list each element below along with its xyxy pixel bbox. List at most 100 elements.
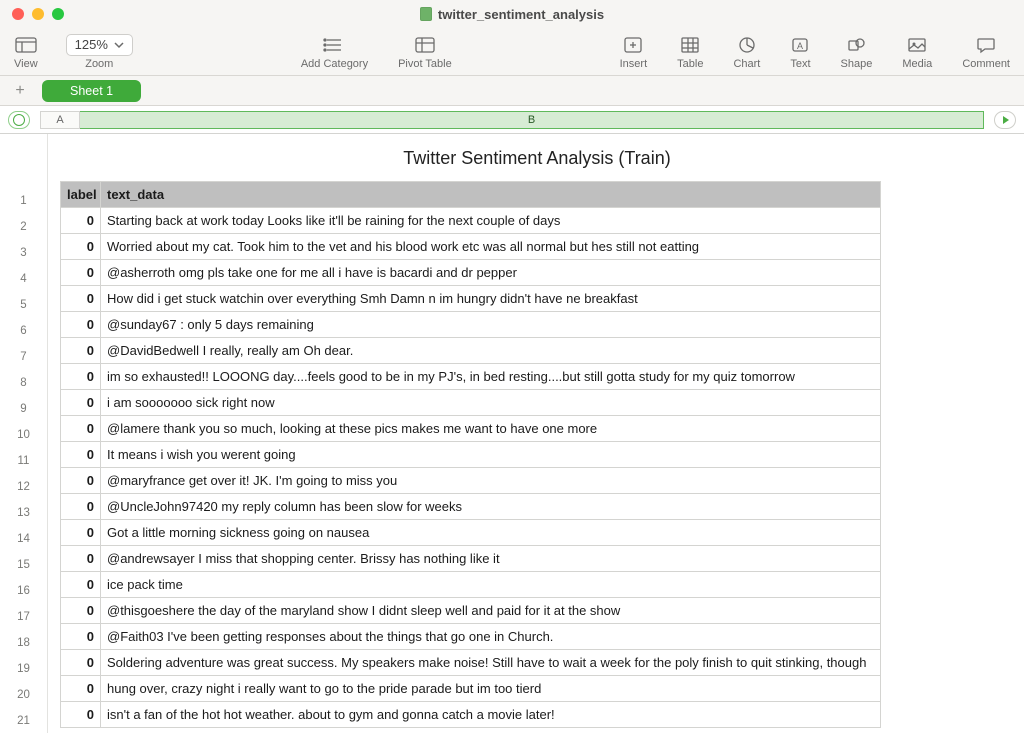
text-icon: A [790, 34, 810, 56]
sheet-title: Twitter Sentiment Analysis (Train) [60, 134, 1014, 181]
cell-text[interactable]: @sunday67 : only 5 days remaining [101, 312, 881, 338]
header-label[interactable]: label [61, 182, 101, 208]
comment-button[interactable]: Comment [962, 34, 1010, 70]
zoom-control[interactable]: 125% Zoom [66, 34, 133, 70]
add-sheet-button[interactable]: + [8, 80, 32, 102]
row-number[interactable]: 17 [0, 604, 47, 630]
insert-button[interactable]: Insert [620, 34, 648, 70]
cell-text[interactable]: @maryfrance get over it! JK. I'm going t… [101, 468, 881, 494]
cell-text[interactable]: i am sooooooo sick right now [101, 390, 881, 416]
add-column-button[interactable] [994, 111, 1016, 129]
spreadsheet-grid[interactable]: 123456789101112131415161718192021 Twitte… [0, 134, 1024, 733]
text-button[interactable]: A Text [790, 34, 810, 70]
table-row: 0ice pack time [61, 572, 881, 598]
chart-button[interactable]: Chart [733, 34, 760, 70]
cell-label[interactable]: 0 [61, 442, 101, 468]
cell-label[interactable]: 0 [61, 624, 101, 650]
cell-label[interactable]: 0 [61, 312, 101, 338]
cell-text[interactable]: @thisgoeshere the day of the maryland sh… [101, 598, 881, 624]
column-header-b[interactable]: B [80, 111, 984, 129]
column-header-a[interactable]: A [40, 111, 80, 129]
cell-text[interactable]: im so exhausted!! LOOONG day....feels go… [101, 364, 881, 390]
cell-text[interactable]: @asherroth omg pls take one for me all i… [101, 260, 881, 286]
cell-label[interactable]: 0 [61, 468, 101, 494]
cell-text[interactable]: @andrewsayer I miss that shopping center… [101, 546, 881, 572]
cell-label[interactable]: 0 [61, 208, 101, 234]
svg-text:A: A [797, 41, 803, 51]
row-number[interactable]: 11 [0, 448, 47, 474]
table-header-row: label text_data [61, 182, 881, 208]
cell-label[interactable]: 0 [61, 338, 101, 364]
sheet-tab-active[interactable]: Sheet 1 [42, 80, 141, 102]
document-icon [420, 7, 432, 21]
row-number[interactable]: 5 [0, 292, 47, 318]
cell-text[interactable]: @DavidBedwell I really, really am Oh dea… [101, 338, 881, 364]
cell-text[interactable]: isn't a fan of the hot hot weather. abou… [101, 702, 881, 728]
row-number[interactable]: 18 [0, 630, 47, 656]
cell-label[interactable]: 0 [61, 416, 101, 442]
cell-label[interactable]: 0 [61, 260, 101, 286]
cell-text[interactable]: How did i get stuck watchin over everyth… [101, 286, 881, 312]
shape-button[interactable]: Shape [841, 34, 873, 70]
row-number[interactable]: 19 [0, 656, 47, 682]
cell-label[interactable]: 0 [61, 494, 101, 520]
view-label: View [14, 58, 38, 70]
cell-text[interactable]: Soldering adventure was great success. M… [101, 650, 881, 676]
media-button[interactable]: Media [902, 34, 932, 70]
cell-label[interactable]: 0 [61, 234, 101, 260]
sheet-tab-label: Sheet 1 [70, 84, 113, 98]
cell-text[interactable]: @UncleJohn97420 my reply column has been… [101, 494, 881, 520]
cell-label[interactable]: 0 [61, 546, 101, 572]
cell-text[interactable]: Starting back at work today Looks like i… [101, 208, 881, 234]
pivot-table-button[interactable]: Pivot Table [398, 34, 452, 70]
table-menu-button[interactable] [8, 111, 30, 129]
cell-text[interactable]: It means i wish you werent going [101, 442, 881, 468]
table-row: 0@UncleJohn97420 my reply column has bee… [61, 494, 881, 520]
cell-text[interactable]: @lamere thank you so much, looking at th… [101, 416, 881, 442]
cell-label[interactable]: 0 [61, 364, 101, 390]
cell-label[interactable]: 0 [61, 702, 101, 728]
close-window-button[interactable] [12, 8, 24, 20]
header-text[interactable]: text_data [101, 182, 881, 208]
row-number[interactable]: 16 [0, 578, 47, 604]
add-category-button[interactable]: Add Category [301, 34, 368, 70]
table-row: 0@lamere thank you so much, looking at t… [61, 416, 881, 442]
row-number[interactable]: 12 [0, 474, 47, 500]
cell-text[interactable]: hung over, crazy night i really want to … [101, 676, 881, 702]
row-number[interactable]: 13 [0, 500, 47, 526]
row-number[interactable]: 1 [0, 188, 47, 214]
cell-label[interactable]: 0 [61, 676, 101, 702]
table-row: 0It means i wish you werent going [61, 442, 881, 468]
view-button[interactable]: View [14, 34, 38, 70]
cell-text[interactable]: Worried about my cat. Took him to the ve… [101, 234, 881, 260]
row-number[interactable]: 7 [0, 344, 47, 370]
row-number[interactable]: 21 [0, 708, 47, 733]
row-number[interactable]: 9 [0, 396, 47, 422]
cell-label[interactable]: 0 [61, 650, 101, 676]
row-number[interactable]: 10 [0, 422, 47, 448]
cell-text[interactable]: ice pack time [101, 572, 881, 598]
row-number[interactable]: 2 [0, 214, 47, 240]
cell-label[interactable]: 0 [61, 520, 101, 546]
row-number[interactable]: 20 [0, 682, 47, 708]
row-number[interactable]: 15 [0, 552, 47, 578]
row-number[interactable]: 3 [0, 240, 47, 266]
cell-label[interactable]: 0 [61, 286, 101, 312]
fullscreen-window-button[interactable] [52, 8, 64, 20]
window-title-text: twitter_sentiment_analysis [438, 7, 604, 22]
cell-text[interactable]: Got a little morning sickness going on n… [101, 520, 881, 546]
cell-label[interactable]: 0 [61, 390, 101, 416]
cell-label[interactable]: 0 [61, 572, 101, 598]
row-number[interactable]: 4 [0, 266, 47, 292]
view-icon [15, 34, 37, 56]
row-number[interactable]: 8 [0, 370, 47, 396]
zoom-pill[interactable]: 125% [66, 34, 133, 56]
row-number[interactable]: 6 [0, 318, 47, 344]
add-category-label: Add Category [301, 58, 368, 70]
text-label: Text [790, 58, 810, 70]
cell-label[interactable]: 0 [61, 598, 101, 624]
table-button[interactable]: Table [677, 34, 703, 70]
cell-text[interactable]: @Faith03 I've been getting responses abo… [101, 624, 881, 650]
row-number[interactable]: 14 [0, 526, 47, 552]
minimize-window-button[interactable] [32, 8, 44, 20]
